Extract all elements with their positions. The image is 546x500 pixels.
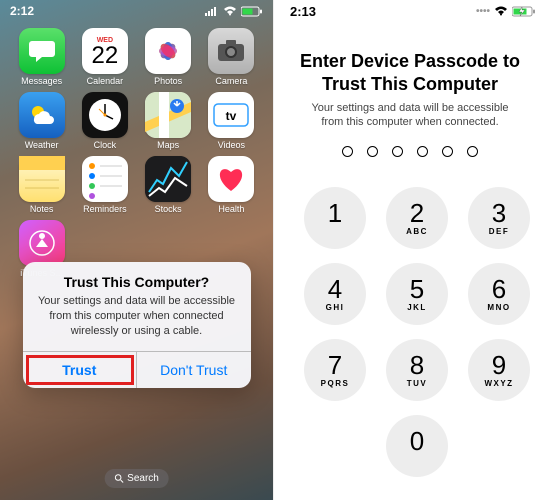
passcode-dot (367, 146, 378, 157)
dialog-title: Trust This Computer? (23, 262, 251, 294)
key-9[interactable]: 9WXYZ (468, 339, 530, 401)
key-3[interactable]: 3DEF (468, 187, 530, 249)
key-empty (468, 415, 530, 477)
key-1[interactable]: 1 (304, 187, 366, 249)
signal-icon: •••• (476, 6, 490, 17)
dont-trust-button[interactable]: Don't Trust (137, 352, 251, 388)
passcode-dot (467, 146, 478, 157)
keypad: 1 2ABC 3DEF 4GHI 5JKL 6MNO 7PQRS 8TUV 9W… (274, 175, 546, 477)
wifi-icon (494, 6, 508, 16)
key-7[interactable]: 7PQRS (304, 339, 366, 401)
trust-button[interactable]: Trust (23, 352, 138, 388)
key-2[interactable]: 2ABC (386, 187, 448, 249)
passcode-screen: 2:13 •••• Enter Device Passcode to Trust… (273, 0, 546, 500)
passcode-dot (417, 146, 428, 157)
passcode-dot (392, 146, 403, 157)
key-empty (304, 415, 366, 477)
battery-icon (512, 6, 536, 17)
home-screen: 2:12 Messages WED22Calendar Photos Camer… (0, 0, 273, 500)
key-8[interactable]: 8TUV (386, 339, 448, 401)
key-0[interactable]: 0 (386, 415, 448, 477)
key-5[interactable]: 5JKL (386, 263, 448, 325)
spotlight-search[interactable]: Search (104, 469, 169, 488)
dialog-overlay: Trust This Computer? Your settings and d… (0, 0, 273, 500)
passcode-body: Your settings and data will be accessibl… (298, 95, 522, 130)
passcode-dot (442, 146, 453, 157)
key-6[interactable]: 6MNO (468, 263, 530, 325)
passcode-dot (342, 146, 353, 157)
status-time: 2:13 (284, 4, 316, 19)
passcode-dots (298, 130, 522, 167)
status-bar: 2:13 •••• (274, 0, 546, 20)
trust-dialog: Trust This Computer? Your settings and d… (23, 262, 251, 388)
dialog-body: Your settings and data will be accessibl… (23, 294, 251, 351)
search-icon (114, 474, 123, 483)
key-4[interactable]: 4GHI (304, 263, 366, 325)
passcode-title: Enter Device Passcode to Trust This Comp… (298, 50, 522, 95)
